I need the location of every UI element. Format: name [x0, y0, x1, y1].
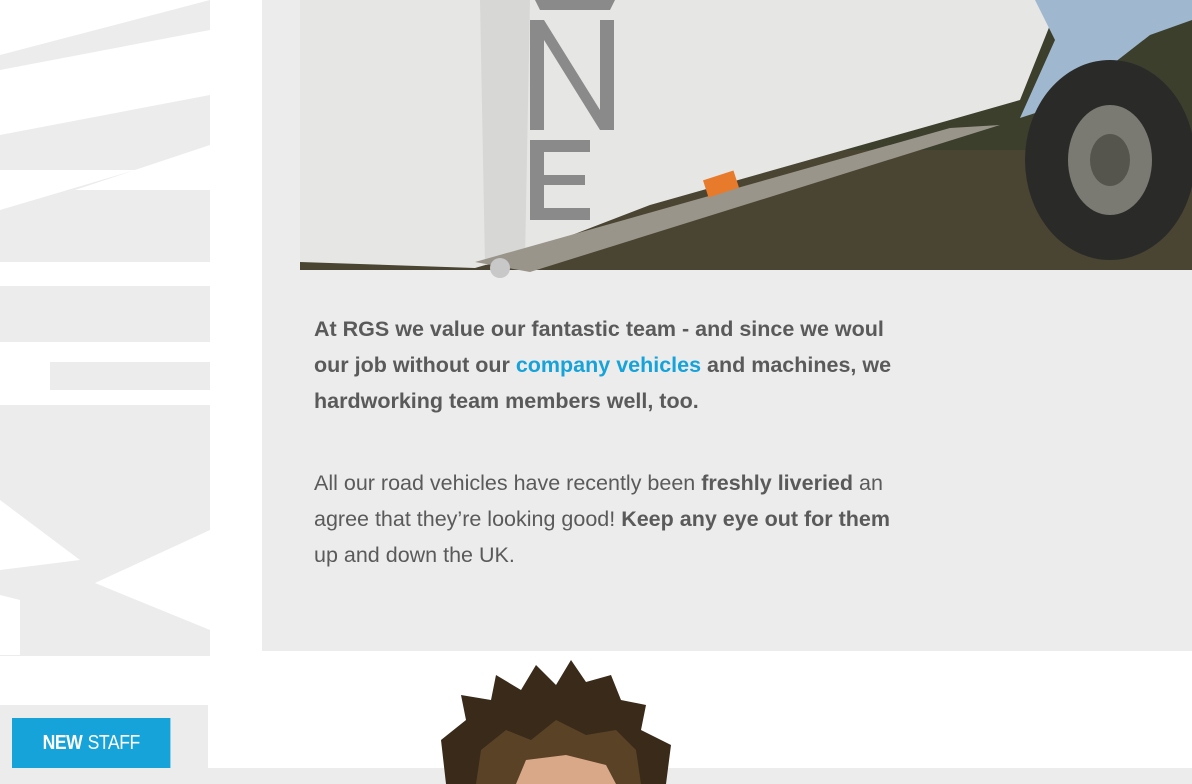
lead-paragraph: At RGS we value our fantastic team - and…: [314, 311, 1192, 419]
badge-rest: STAFF: [87, 731, 141, 754]
company-vehicles-link[interactable]: company vehicles: [516, 353, 701, 377]
page: At RGS we value our fantastic team - and…: [0, 0, 1192, 784]
staff-photo: [436, 660, 696, 784]
trailer-photo: [300, 0, 1192, 292]
lead-line-2-start: our job without our: [314, 353, 516, 377]
body-line-1-start: All our road vehicles have recently been: [314, 471, 702, 495]
body-paragraph: All our road vehicles have recently been…: [314, 465, 1192, 573]
watermark-letters: [0, 0, 262, 784]
side-watermark: [0, 0, 262, 784]
lead-line-1: At RGS we value our fantastic team - and…: [314, 317, 884, 341]
badge-strong: NEW: [42, 731, 83, 754]
body-line-2-bold: Keep any eye out for them: [621, 507, 891, 531]
body-line-3: up and down the UK.: [314, 543, 515, 567]
body-line-1-bold: freshly liveried: [701, 471, 854, 495]
body-line-1-end: an: [853, 471, 883, 495]
lead-line-3: hardworking team members well, too.: [314, 389, 699, 413]
body-line-2-start: agree that they’re looking good!: [314, 507, 622, 531]
new-staff-badge: NEW STAFF: [12, 718, 171, 768]
lead-line-2-end: and machines, we: [701, 353, 892, 377]
